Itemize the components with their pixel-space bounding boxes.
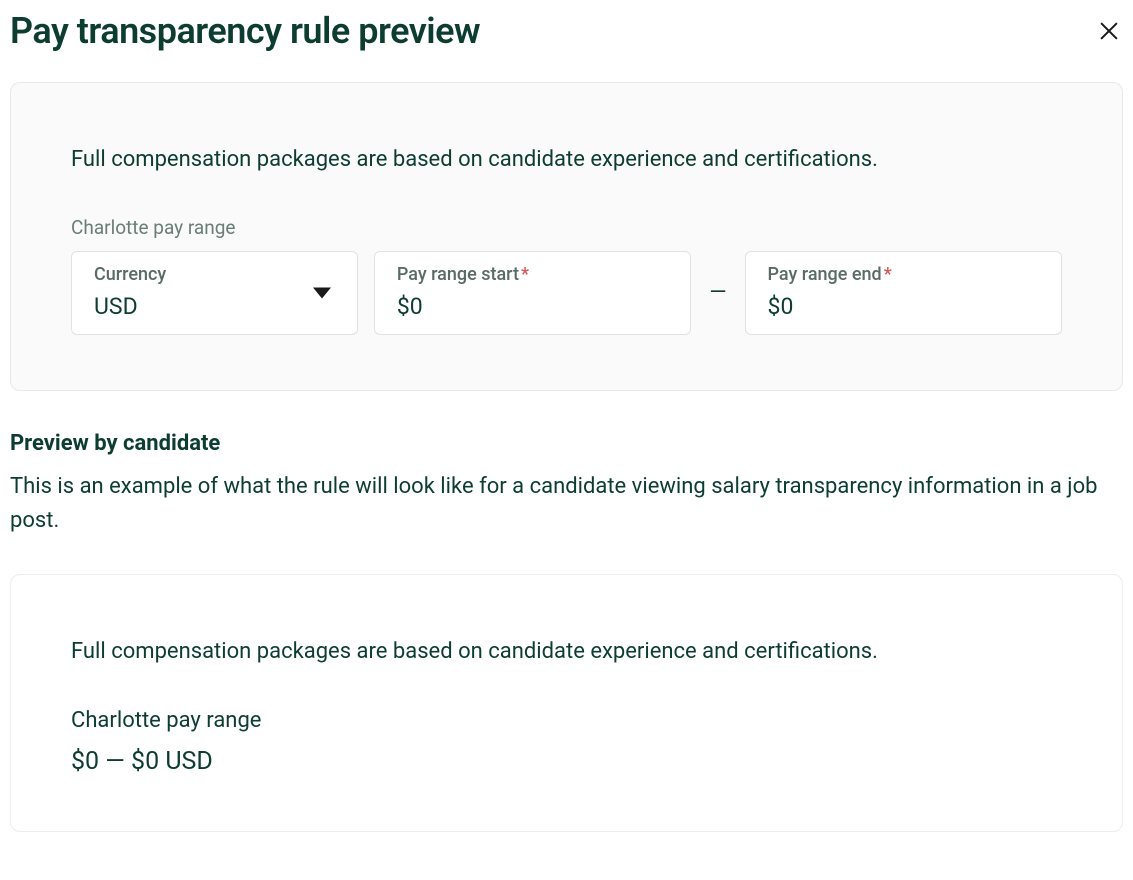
close-button[interactable] (1095, 17, 1123, 45)
page-title: Pay transparency rule preview (10, 10, 480, 52)
close-icon (1098, 20, 1120, 42)
pay-range-group-label: Charlotte pay range (71, 216, 1062, 239)
range-separator: — (707, 280, 728, 305)
preview-range-value: $0 — $0 USD (71, 747, 1062, 776)
currency-value: USD (94, 293, 335, 320)
pay-range-start-label: Pay range start* (397, 264, 668, 285)
required-marker: * (884, 264, 892, 285)
required-marker: * (521, 264, 529, 285)
preview-heading: Preview by candidate (10, 431, 1123, 456)
form-description: Full compensation packages are based on … (71, 145, 1062, 176)
preview-card: Full compensation packages are based on … (10, 574, 1123, 832)
preview-card-text: Full compensation packages are based on … (71, 637, 1062, 668)
preview-description: This is an example of what the rule will… (10, 470, 1123, 538)
pay-range-start-field[interactable]: Pay range start* (374, 251, 691, 335)
currency-label: Currency (94, 264, 335, 285)
pay-range-end-label: Pay range end* (768, 264, 1039, 285)
pay-range-end-field[interactable]: Pay range end* (745, 251, 1062, 335)
inputs-row: Currency USD Pay range start* — Pay rang… (71, 251, 1062, 335)
dialog-header: Pay transparency rule preview (10, 10, 1123, 52)
chevron-down-icon (313, 287, 331, 298)
preview-range-label: Charlotte pay range (71, 708, 1062, 733)
form-card: Full compensation packages are based on … (10, 82, 1123, 391)
pay-range-start-input[interactable] (397, 293, 668, 320)
pay-range-end-input[interactable] (768, 293, 1039, 320)
currency-select[interactable]: Currency USD (71, 251, 358, 335)
